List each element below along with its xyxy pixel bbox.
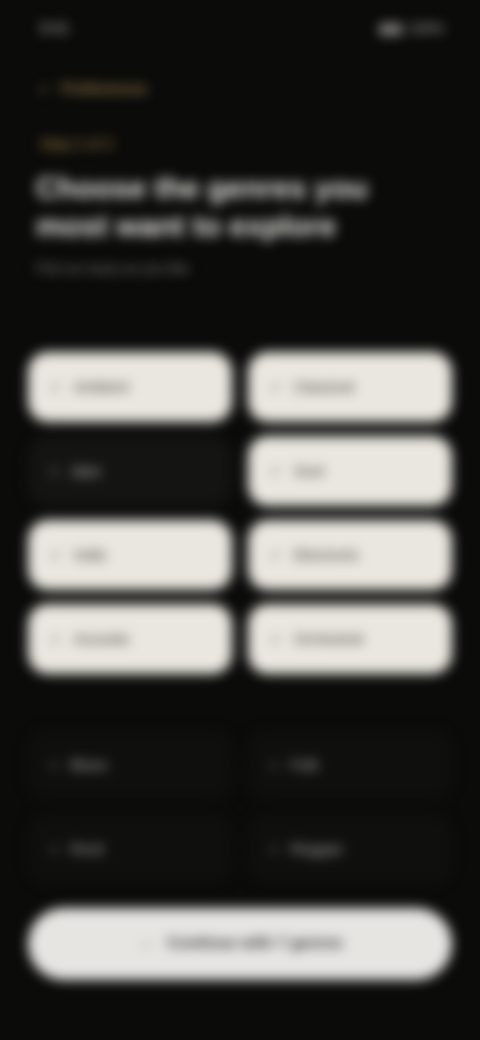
check-icon: ✓: [50, 630, 62, 647]
check-icon: ✓: [50, 546, 62, 563]
genre-label: Reggae: [290, 840, 343, 858]
genre-label: Electronic: [293, 546, 360, 564]
genre-label: Jazz: [70, 462, 102, 480]
plus-icon: +: [50, 463, 59, 479]
more-genre-grid: + Blues + Folk + Rock + Reggae: [28, 730, 452, 884]
genre-option[interactable]: ✓ Indie: [28, 520, 232, 590]
continue-label: Continue with 7 genres: [166, 935, 343, 952]
genre-label: Blues: [70, 756, 108, 774]
check-icon: ✓: [270, 378, 282, 395]
signal-icon: ▮▮▮: [379, 20, 403, 36]
arrow-right-icon: →: [136, 935, 153, 952]
genre-option[interactable]: ✓ Acoustic: [28, 604, 232, 674]
page-title: Choose the genres you most want to explo…: [36, 172, 368, 243]
genre-label: Folk: [290, 756, 319, 774]
genre-grid: ✓ Ambient ✓ Classical + Jazz ✓ Soul ✓ In…: [28, 352, 452, 674]
plus-icon: +: [270, 757, 279, 773]
plus-icon: +: [50, 757, 59, 773]
page-subtitle: Pick as many as you like: [36, 260, 190, 276]
status-indicators: ▮▮▮ 100%: [379, 20, 444, 37]
check-icon: ✓: [270, 546, 282, 563]
plus-icon: +: [50, 841, 59, 857]
back-button[interactable]: ‹ Preferences: [40, 78, 147, 101]
genre-option[interactable]: + Jazz: [28, 436, 232, 506]
genre-label: Orchestral: [293, 630, 363, 648]
battery-text: 100%: [408, 20, 444, 36]
check-icon: ✓: [50, 378, 62, 395]
genre-label: Classical: [293, 378, 354, 396]
genre-option[interactable]: ✓ Soul: [248, 436, 452, 506]
genre-label: Rock: [70, 840, 105, 858]
genre-option[interactable]: + Blues: [28, 730, 232, 800]
genre-option[interactable]: ✓ Classical: [248, 352, 452, 422]
genre-option[interactable]: + Reggae: [248, 814, 452, 884]
genre-option[interactable]: + Folk: [248, 730, 452, 800]
genre-option[interactable]: ✓ Ambient: [28, 352, 232, 422]
chevron-left-icon: ‹: [40, 78, 47, 100]
status-time: 9:41: [40, 20, 70, 37]
genre-option[interactable]: ✓ Orchestral: [248, 604, 452, 674]
back-label: Preferences: [60, 80, 147, 98]
continue-button[interactable]: → Continue with 7 genres: [28, 908, 452, 980]
check-icon: ✓: [270, 630, 282, 647]
genre-label: Soul: [293, 462, 324, 480]
check-icon: ✓: [270, 462, 282, 479]
genre-label: Indie: [73, 546, 107, 564]
genre-option[interactable]: + Rock: [28, 814, 232, 884]
genre-label: Acoustic: [73, 630, 131, 648]
genre-label: Ambient: [73, 378, 129, 396]
status-bar: 9:41 ▮▮▮ 100%: [0, 0, 480, 60]
genre-option[interactable]: ✓ Electronic: [248, 520, 452, 590]
plus-icon: +: [270, 841, 279, 857]
step-indicator: Step 2 of 3: [40, 136, 113, 153]
